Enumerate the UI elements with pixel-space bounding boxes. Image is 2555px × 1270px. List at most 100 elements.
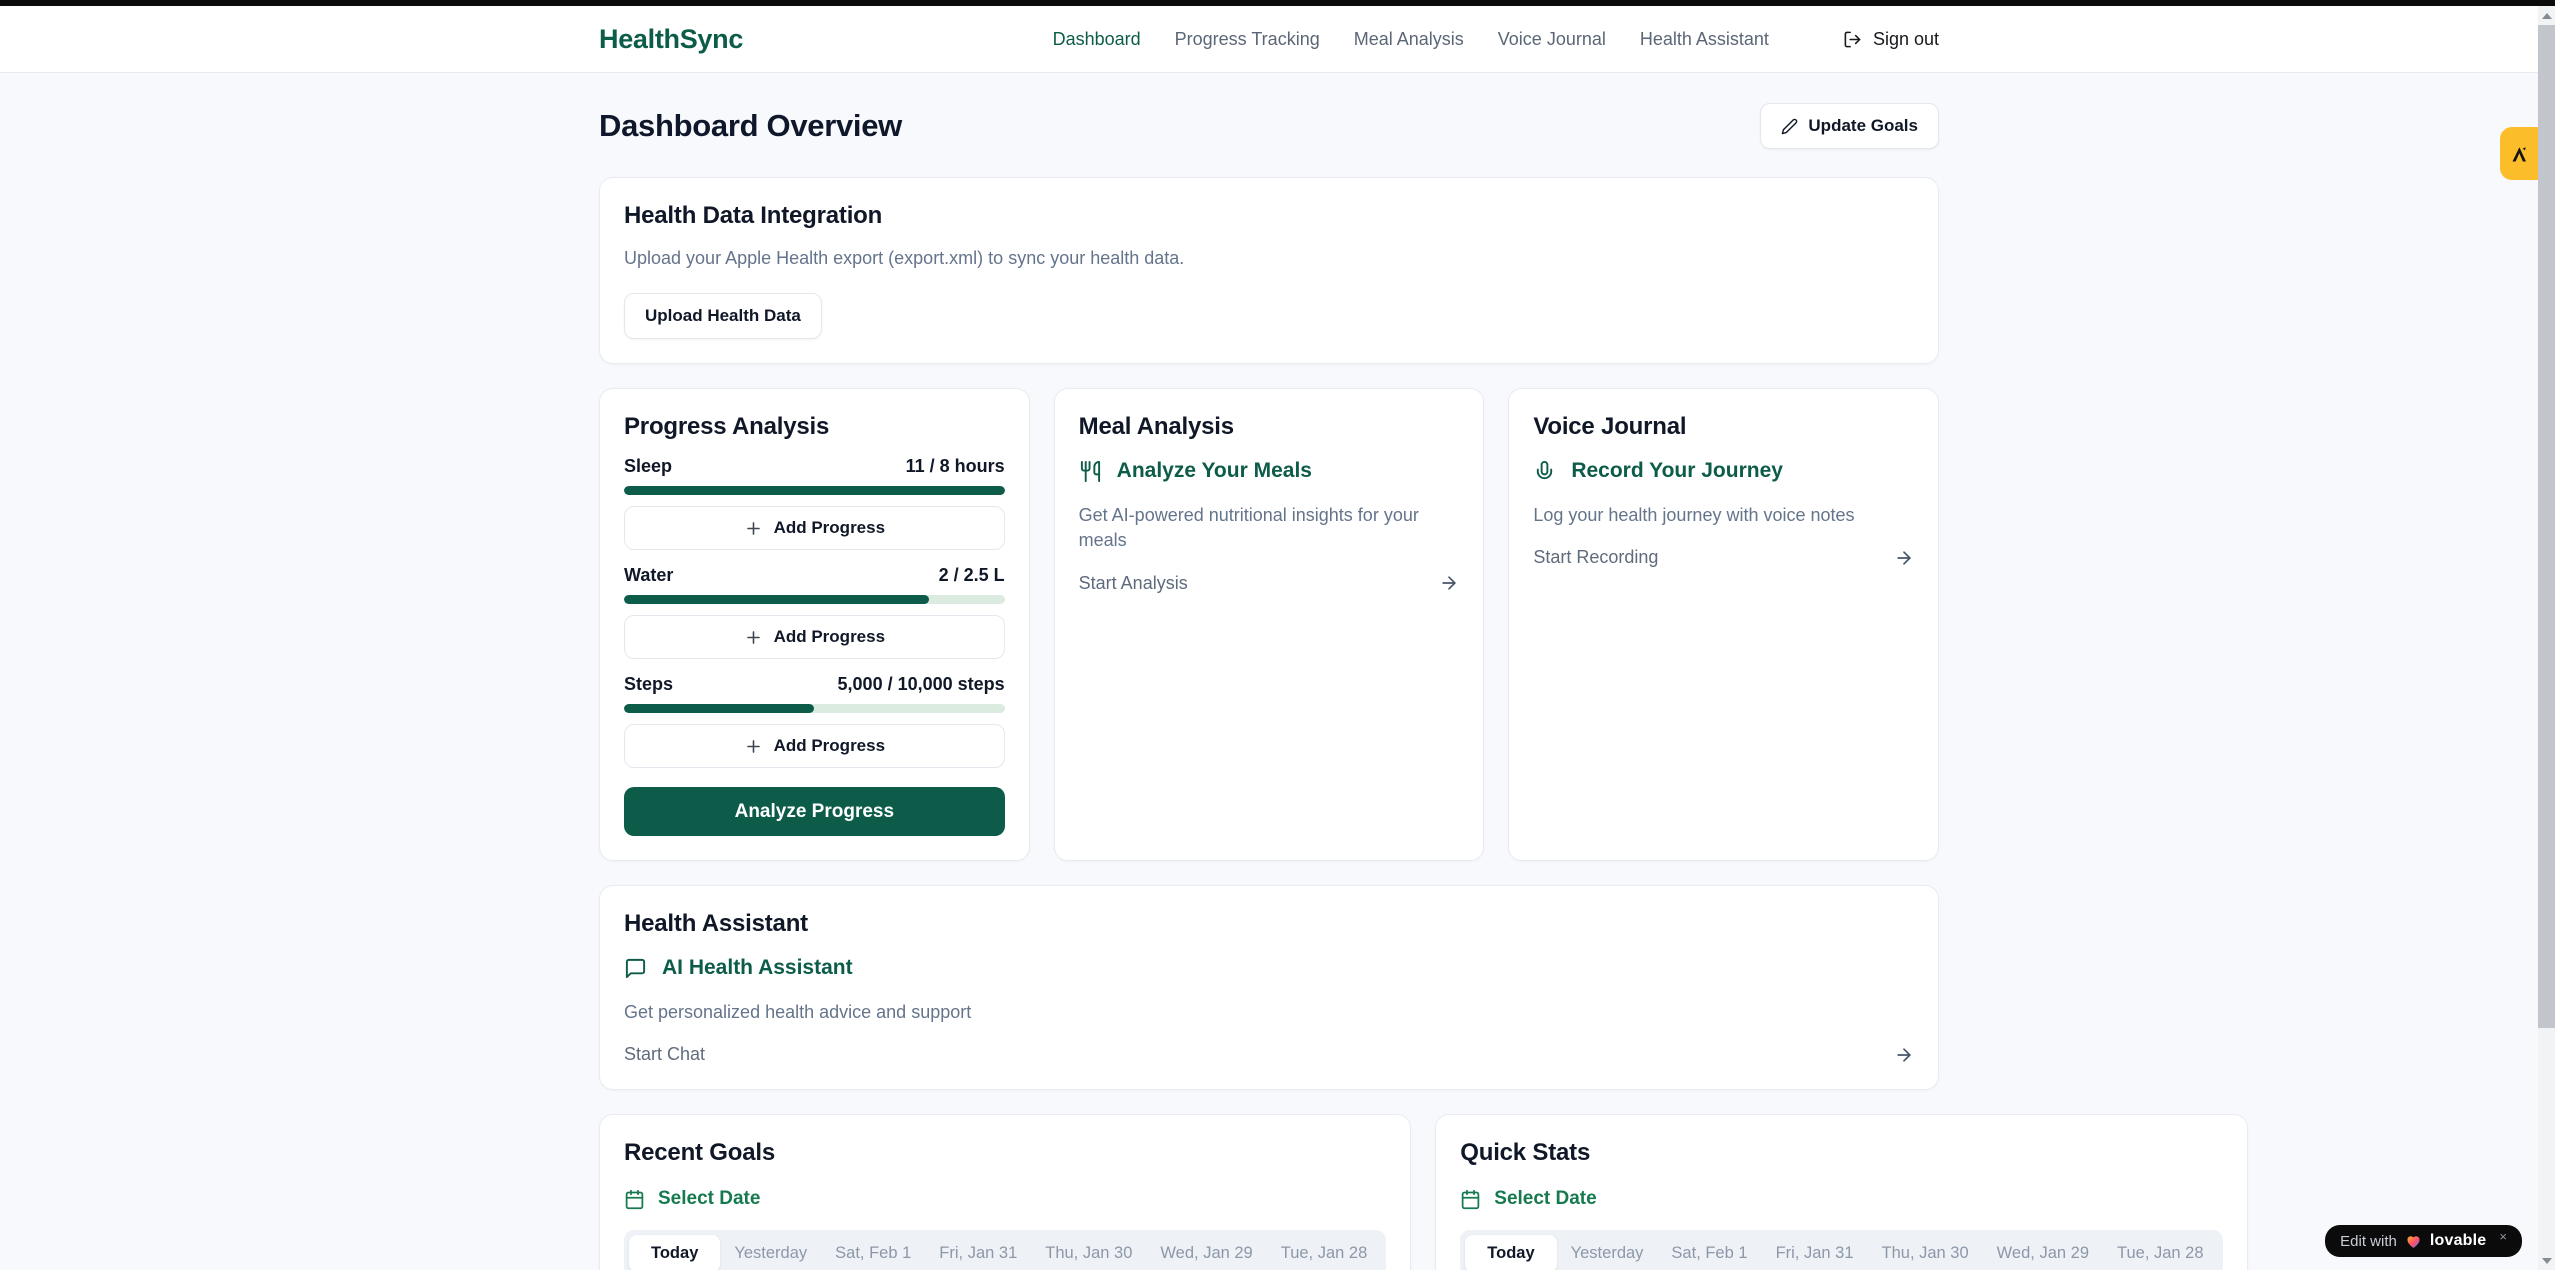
voice-card-title: Voice Journal [1533, 413, 1914, 441]
start-recording-link[interactable]: Start Recording [1533, 547, 1914, 568]
update-goals-button[interactable]: Update Goals [1760, 103, 1939, 149]
pencil-icon [1781, 118, 1798, 135]
recent-goals-title: Recent Goals [624, 1139, 1386, 1167]
add-progress-water-button[interactable]: Add Progress [624, 615, 1005, 659]
arrow-right-icon [1894, 548, 1914, 568]
voice-journal-card: Voice Journal Record Your Journey Log yo… [1508, 388, 1939, 861]
nav-dashboard[interactable]: Dashboard [1053, 29, 1141, 50]
badge-close-icon[interactable]: × [2499, 1229, 2507, 1244]
nav-voice-journal[interactable]: Voice Journal [1498, 29, 1606, 50]
steps-progress-fill [624, 704, 814, 713]
add-progress-sleep-button[interactable]: Add Progress [624, 506, 1005, 550]
metric-steps-value: 5,000 / 10,000 steps [838, 674, 1005, 695]
sleep-progress-fill [624, 486, 1005, 495]
nav-progress-tracking[interactable]: Progress Tracking [1175, 29, 1320, 50]
metric-sleep: Sleep 11 / 8 hours Add Progress [624, 456, 1005, 550]
add-progress-label: Add Progress [774, 627, 885, 647]
quick-stats-date-tabs: Today Yesterday Sat, Feb 1 Fri, Jan 31 T… [1460, 1230, 2222, 1270]
upload-health-data-button[interactable]: Upload Health Data [624, 293, 822, 339]
start-analysis-link[interactable]: Start Analysis [1079, 573, 1460, 594]
add-progress-steps-button[interactable]: Add Progress [624, 724, 1005, 768]
start-chat-label: Start Chat [624, 1044, 705, 1065]
select-date-label: Select Date [1494, 1188, 1596, 1210]
date-tab-tue-jan-28[interactable]: Tue, Jan 28 [1267, 1235, 1382, 1270]
start-chat-link[interactable]: Start Chat [624, 1044, 1914, 1065]
recent-goals-card: Recent Goals Select Date Today Yesterday… [599, 1114, 1411, 1270]
start-recording-label: Start Recording [1533, 547, 1658, 568]
plus-icon [744, 737, 763, 756]
date-tab-today[interactable]: Today [1465, 1235, 1556, 1270]
meal-card-description: Get AI-powered nutritional insights for … [1079, 503, 1460, 553]
select-date-label: Select Date [658, 1188, 760, 1210]
date-tab-wed-jan-29[interactable]: Wed, Jan 29 [1146, 1235, 1266, 1270]
assistant-card-title: Health Assistant [624, 910, 1914, 938]
calendar-icon [1460, 1189, 1481, 1210]
scroll-down-arrow[interactable] [2538, 1251, 2555, 1270]
update-goals-label: Update Goals [1808, 116, 1918, 136]
scroll-up-arrow[interactable] [2538, 6, 2555, 25]
arrow-right-icon [1894, 1045, 1914, 1065]
edit-badge-prefix: Edit with [2340, 1233, 2397, 1250]
date-tab-sat-feb-1[interactable]: Sat, Feb 1 [1657, 1235, 1761, 1270]
ai-health-assistant-label: AI Health Assistant [662, 956, 853, 980]
quick-stats-select-date[interactable]: Select Date [1460, 1188, 2222, 1210]
date-tab-tue-jan-28[interactable]: Tue, Jan 28 [2103, 1235, 2218, 1270]
metric-water-label: Water [624, 565, 673, 586]
page-title: Dashboard Overview [599, 108, 902, 144]
scrollbar-thumb[interactable] [2538, 25, 2555, 1028]
analyze-progress-button[interactable]: Analyze Progress [624, 787, 1005, 836]
main-nav: Dashboard Progress Tracking Meal Analysi… [1053, 29, 1939, 50]
window-top-edge [0, 0, 2555, 6]
sign-out-label: Sign out [1873, 29, 1939, 50]
quick-stats-title: Quick Stats [1460, 1139, 2222, 1167]
lovable-launcher-button[interactable] [2500, 127, 2538, 180]
voice-card-description: Log your health journey with voice notes [1533, 503, 1914, 528]
analyze-your-meals-link[interactable]: Analyze Your Meals [1079, 459, 1460, 483]
add-progress-label: Add Progress [774, 518, 885, 538]
date-tab-yesterday[interactable]: Yesterday [1557, 1235, 1658, 1270]
date-tab-fri-jan-31[interactable]: Fri, Jan 31 [925, 1235, 1031, 1270]
calendar-icon [624, 1189, 645, 1210]
date-tab-today[interactable]: Today [629, 1235, 720, 1270]
water-progress-bar [624, 595, 1005, 604]
quick-stats-card: Quick Stats Select Date Today Yesterday … [1435, 1114, 2247, 1270]
microphone-icon [1533, 460, 1556, 483]
progress-card-title: Progress Analysis [624, 413, 1005, 441]
add-progress-label: Add Progress [774, 736, 885, 756]
water-progress-fill [624, 595, 929, 604]
metric-water-value: 2 / 2.5 L [939, 565, 1005, 586]
chat-bubble-icon [624, 957, 647, 980]
recent-goals-select-date[interactable]: Select Date [624, 1188, 1386, 1210]
ai-health-assistant-link[interactable]: AI Health Assistant [624, 956, 1914, 980]
plus-icon [744, 519, 763, 538]
arrow-right-icon [1439, 573, 1459, 593]
health-data-integration-card: Health Data Integration Upload your Appl… [599, 177, 1939, 364]
edit-with-lovable-badge[interactable]: Edit with lovable × [2325, 1225, 2522, 1257]
nav-health-assistant[interactable]: Health Assistant [1640, 29, 1769, 50]
site-header: HealthSync Dashboard Progress Tracking M… [0, 6, 2538, 73]
health-assistant-card: Health Assistant AI Health Assistant Get… [599, 885, 1939, 1090]
utensils-icon [1079, 460, 1102, 483]
plus-icon [744, 628, 763, 647]
meal-analysis-card: Meal Analysis Analyze Your Meals Get AI-… [1054, 388, 1485, 861]
metric-steps: Steps 5,000 / 10,000 steps Add Progress [624, 674, 1005, 768]
date-tab-thu-jan-30[interactable]: Thu, Jan 30 [1868, 1235, 1983, 1270]
sign-out-button[interactable]: Sign out [1843, 29, 1939, 50]
record-your-journey-label: Record Your Journey [1571, 459, 1783, 483]
logout-icon [1843, 30, 1862, 49]
date-tab-fri-jan-31[interactable]: Fri, Jan 31 [1762, 1235, 1868, 1270]
date-tab-sat-feb-1[interactable]: Sat, Feb 1 [821, 1235, 925, 1270]
nav-meal-analysis[interactable]: Meal Analysis [1354, 29, 1464, 50]
record-your-journey-link[interactable]: Record Your Journey [1533, 459, 1914, 483]
brand-logo[interactable]: HealthSync [599, 24, 743, 55]
edit-badge-brand: lovable [2430, 1232, 2487, 1250]
date-tab-yesterday[interactable]: Yesterday [720, 1235, 821, 1270]
date-tab-thu-jan-30[interactable]: Thu, Jan 30 [1031, 1235, 1146, 1270]
metric-steps-label: Steps [624, 674, 673, 695]
browser-viewport: HealthSync Dashboard Progress Tracking M… [0, 6, 2538, 1270]
metric-water: Water 2 / 2.5 L Add Progress [624, 565, 1005, 659]
integration-card-description: Upload your Apple Health export (export.… [624, 246, 1914, 271]
date-tab-wed-jan-29[interactable]: Wed, Jan 29 [1983, 1235, 2103, 1270]
integration-card-title: Health Data Integration [624, 202, 1914, 230]
vertical-scrollbar[interactable] [2538, 6, 2555, 1270]
